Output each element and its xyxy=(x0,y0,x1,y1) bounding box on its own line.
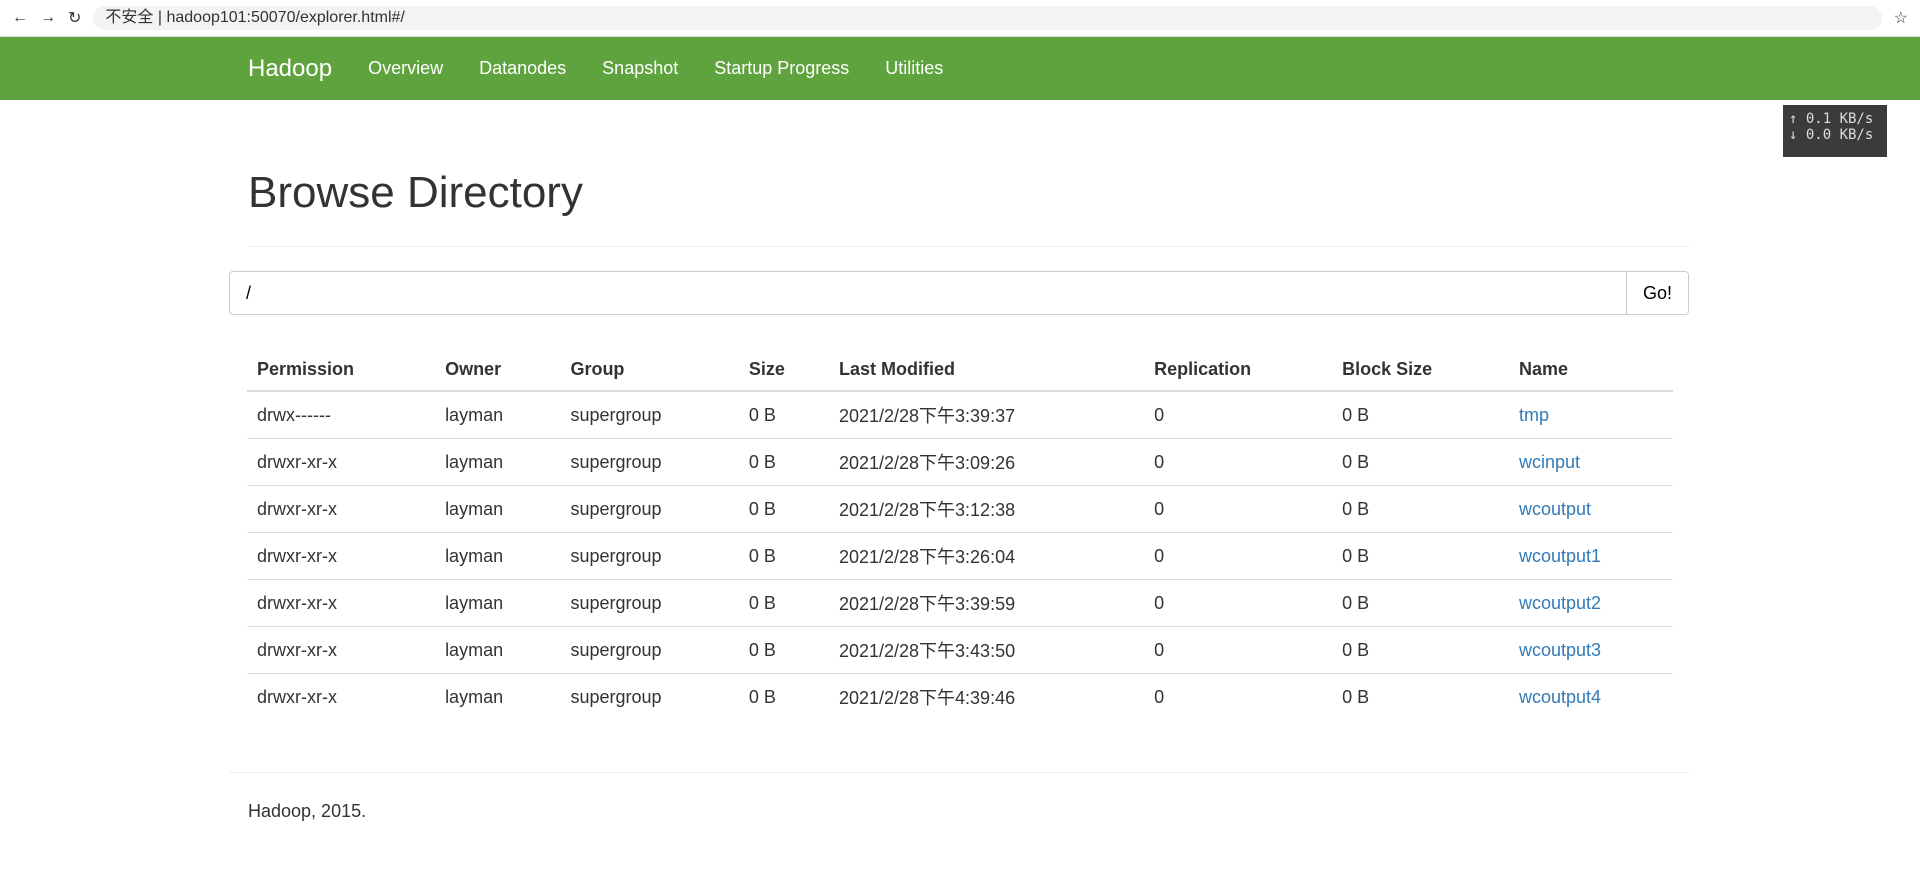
table-cell: 0 B xyxy=(738,626,829,674)
brand[interactable]: Hadoop xyxy=(248,55,332,83)
table-cell: 2021/2/28下午3:09:26 xyxy=(828,438,1145,486)
table-header: Permission xyxy=(247,349,436,392)
table-cell: 0 B xyxy=(1332,438,1509,486)
table-cell: 0 B xyxy=(738,579,829,627)
table-cell: 0 xyxy=(1144,390,1333,439)
path-search: Go! xyxy=(229,271,1689,315)
name-link[interactable]: wcoutput1 xyxy=(1508,532,1673,580)
table-cell: supergroup xyxy=(560,485,739,533)
table-cell: layman xyxy=(435,485,561,533)
table-cell: supergroup xyxy=(560,673,739,720)
table-cell: supergroup xyxy=(560,626,739,674)
back-icon[interactable]: ← xyxy=(12,9,28,27)
table-cell: 0 xyxy=(1144,579,1333,627)
table-header: Owner xyxy=(435,349,561,392)
table-cell: layman xyxy=(435,438,561,486)
table-cell: supergroup xyxy=(560,438,739,486)
table-cell: supergroup xyxy=(560,579,739,627)
download-speed: ↓ 0.0 KB/s xyxy=(1789,127,1874,143)
table-cell: 2021/2/28下午3:39:59 xyxy=(828,579,1145,627)
table-row: drwxr-xr-x layman supergroup 0 B 2021/2/28下午… xyxy=(247,579,1673,627)
table-cell: supergroup xyxy=(560,532,739,580)
table-cell: drwxr-xr-x xyxy=(247,532,436,580)
table-header: Group xyxy=(560,349,739,392)
table-cell: 0 B xyxy=(738,390,829,439)
page-title: Browse Directory xyxy=(248,168,1689,247)
table-row: drwxr-xr-x layman supergroup 0 B 2021/2/28下午… xyxy=(247,438,1673,486)
table-row: drwxr-xr-x layman supergroup 0 B 2021/2/28下午… xyxy=(247,673,1673,720)
table-cell: layman xyxy=(435,673,561,720)
table-cell: drwxr-xr-x xyxy=(247,438,436,486)
network-speed: ↑ 0.1 KB/s ↓ 0.0 KB/s xyxy=(1783,105,1887,157)
nav-datanodes[interactable]: Datanodes xyxy=(479,58,566,79)
table-cell: layman xyxy=(435,390,561,439)
directory-table: Permission Owner Group Size Last Modified Rep… xyxy=(247,349,1673,720)
table-row: drwxr-xr-x layman supergroup 0 B 2021/2/28下午… xyxy=(247,532,1673,580)
upload-speed: ↑ 0.1 KB/s xyxy=(1789,111,1874,127)
table-cell: 0 xyxy=(1144,532,1333,580)
table-header: Block Size xyxy=(1332,349,1509,392)
table-header: Replication xyxy=(1144,349,1333,392)
table-cell: drwxr-xr-x xyxy=(247,626,436,674)
table-cell: 2021/2/28下午3:43:50 xyxy=(828,626,1145,674)
table-cell: 0 B xyxy=(1332,390,1509,439)
name-link[interactable]: wcoutput2 xyxy=(1508,579,1673,627)
table-cell: 0 xyxy=(1144,485,1333,533)
name-link[interactable]: wcoutput xyxy=(1508,485,1673,533)
table-cell: 0 xyxy=(1144,438,1333,486)
address-bar[interactable]: 不安全 | hadoop101:50070/explorer.html#/ xyxy=(93,6,1882,30)
nav-overview[interactable]: Overview xyxy=(368,58,443,79)
name-link[interactable]: wcinput xyxy=(1508,438,1673,486)
table-cell: 2021/2/28下午3:26:04 xyxy=(828,532,1145,580)
table-cell: 2021/2/28下午4:39:46 xyxy=(828,673,1145,720)
table-cell: drwxr-xr-x xyxy=(247,579,436,627)
nav-utilities[interactable]: Utilities xyxy=(885,58,943,79)
path-input[interactable] xyxy=(230,272,1626,314)
table-cell: 0 B xyxy=(1332,579,1509,627)
table-cell: drwxr-xr-x xyxy=(247,485,436,533)
table-header: Last Modified xyxy=(828,349,1145,392)
table-cell: 0 xyxy=(1144,626,1333,674)
table-cell: layman xyxy=(435,532,561,580)
table-header: Size xyxy=(738,349,829,392)
security-text: 不安全 xyxy=(105,9,154,26)
reload-icon[interactable]: ↻ xyxy=(68,8,81,28)
table-row: drwx------ layman supergroup 0 B 2021/2/28下午… xyxy=(247,390,1673,439)
top-nav: Hadoop Overview Datanodes Snapshot Startup P… xyxy=(0,37,1920,100)
nav-startup-progress[interactable]: Startup Progress xyxy=(714,58,849,79)
url-text: hadoop101:50070/explorer.html#/ xyxy=(166,9,405,26)
go-button[interactable]: Go! xyxy=(1626,272,1688,314)
table-cell: 0 xyxy=(1144,673,1333,720)
table-cell: 0 B xyxy=(1332,485,1509,533)
table-cell: 0 B xyxy=(738,532,829,580)
table-cell: 2021/2/28下午3:12:38 xyxy=(828,485,1145,533)
table-cell: layman xyxy=(435,626,561,674)
table-cell: 0 B xyxy=(738,673,829,720)
table-cell: drwx------ xyxy=(247,390,436,439)
table-cell: 2021/2/28下午3:39:37 xyxy=(828,390,1145,439)
table-cell: drwxr-xr-x xyxy=(247,673,436,720)
footer: Hadoop, 2015. xyxy=(229,772,1689,850)
browser-bar: ← → ↻ 不安全 | hadoop101:50070/explorer.html#/… xyxy=(0,0,1920,37)
name-link[interactable]: wcoutput3 xyxy=(1508,626,1673,674)
table-cell: 0 B xyxy=(738,485,829,533)
table-header: Name xyxy=(1508,349,1673,392)
nav-snapshot[interactable]: Snapshot xyxy=(602,58,678,79)
star-icon[interactable]: ☆ xyxy=(1894,8,1908,28)
table-row: drwxr-xr-x layman supergroup 0 B 2021/2/28下午… xyxy=(247,626,1673,674)
table-cell: 0 B xyxy=(1332,532,1509,580)
table-row: drwxr-xr-x layman supergroup 0 B 2021/2/28下午… xyxy=(247,485,1673,533)
forward-icon[interactable]: → xyxy=(40,9,56,27)
table-cell: 0 B xyxy=(1332,626,1509,674)
table-cell: layman xyxy=(435,579,561,627)
name-link[interactable]: wcoutput4 xyxy=(1508,673,1673,720)
name-link[interactable]: tmp xyxy=(1508,390,1673,439)
table-cell: 0 B xyxy=(1332,673,1509,720)
table-cell: supergroup xyxy=(560,390,739,439)
table-cell: 0 B xyxy=(738,438,829,486)
